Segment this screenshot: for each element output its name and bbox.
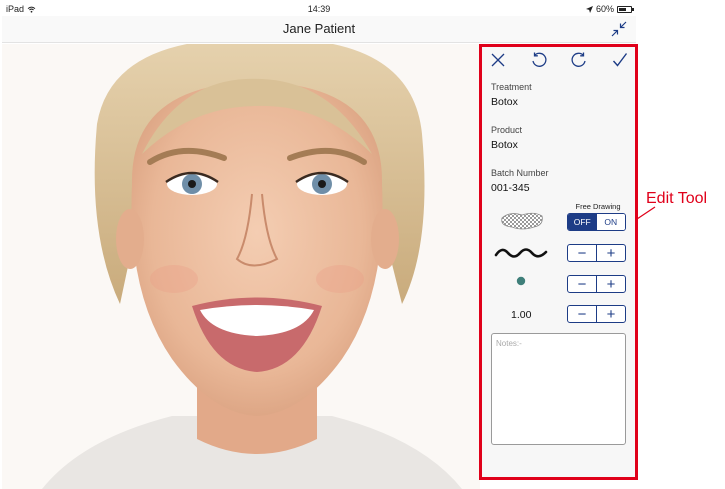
nav-bar: Jane Patient <box>2 16 636 43</box>
dot-icon <box>516 276 526 286</box>
opacity-stepper[interactable]: − + <box>567 305 626 323</box>
close-icon <box>491 53 505 67</box>
edit-tool-annotation: Edit Tool <box>646 190 708 207</box>
treatment-value: Botox <box>491 96 518 108</box>
collapse-button[interactable] <box>610 20 628 38</box>
checkmark-icon <box>612 53 628 67</box>
opacity-increase-button[interactable]: + <box>596 306 625 322</box>
redo-button[interactable] <box>570 51 588 69</box>
dot-size-decrease-button[interactable]: − <box>568 276 596 292</box>
patient-face-image <box>2 44 480 489</box>
status-right: 60% <box>585 4 634 14</box>
dot-size-stepper[interactable]: − + <box>567 275 626 293</box>
patient-photo[interactable] <box>2 44 480 489</box>
battery-fill <box>619 7 626 11</box>
collapse-arrows-icon <box>611 21 627 37</box>
free-drawing-off-option[interactable]: OFF <box>568 214 597 230</box>
free-drawing-label: Free Drawing <box>575 202 621 211</box>
battery-icon <box>617 5 634 13</box>
undo-button[interactable] <box>530 51 548 69</box>
free-drawing-toggle[interactable]: OFF ON <box>567 213 626 231</box>
page-title: Jane Patient <box>282 21 356 36</box>
panel-toolbar <box>482 47 635 73</box>
battery-percent: 60% <box>595 4 614 14</box>
product-label: Product <box>491 125 523 135</box>
opacity-decrease-button[interactable]: − <box>568 306 596 322</box>
line-width-decrease-button[interactable]: − <box>568 245 596 261</box>
batch-number-value: 001-345 <box>491 182 530 194</box>
product-value: Botox <box>491 139 518 151</box>
line-width-increase-button[interactable]: + <box>596 245 625 261</box>
confirm-button[interactable] <box>611 51 629 69</box>
close-button[interactable] <box>489 51 507 69</box>
undo-icon <box>532 52 547 67</box>
free-drawing-on-option[interactable]: ON <box>596 214 625 230</box>
location-arrow-icon <box>585 5 593 13</box>
dot-size-increase-button[interactable]: + <box>596 276 625 292</box>
line-width-stepper[interactable]: − + <box>567 244 626 262</box>
redo-icon <box>571 52 586 67</box>
status-time: 14:39 <box>307 4 331 14</box>
treatment-label: Treatment <box>491 82 532 92</box>
notes-field[interactable] <box>491 333 626 445</box>
eraser-pattern-icon <box>501 212 543 230</box>
opacity-value: 1.00 <box>511 309 532 321</box>
batch-number-label: Batch Number <box>491 168 549 178</box>
wave-line-icon <box>494 248 548 258</box>
edit-tool-panel: Treatment Botox Product Botox Batch Numb… <box>479 44 638 480</box>
